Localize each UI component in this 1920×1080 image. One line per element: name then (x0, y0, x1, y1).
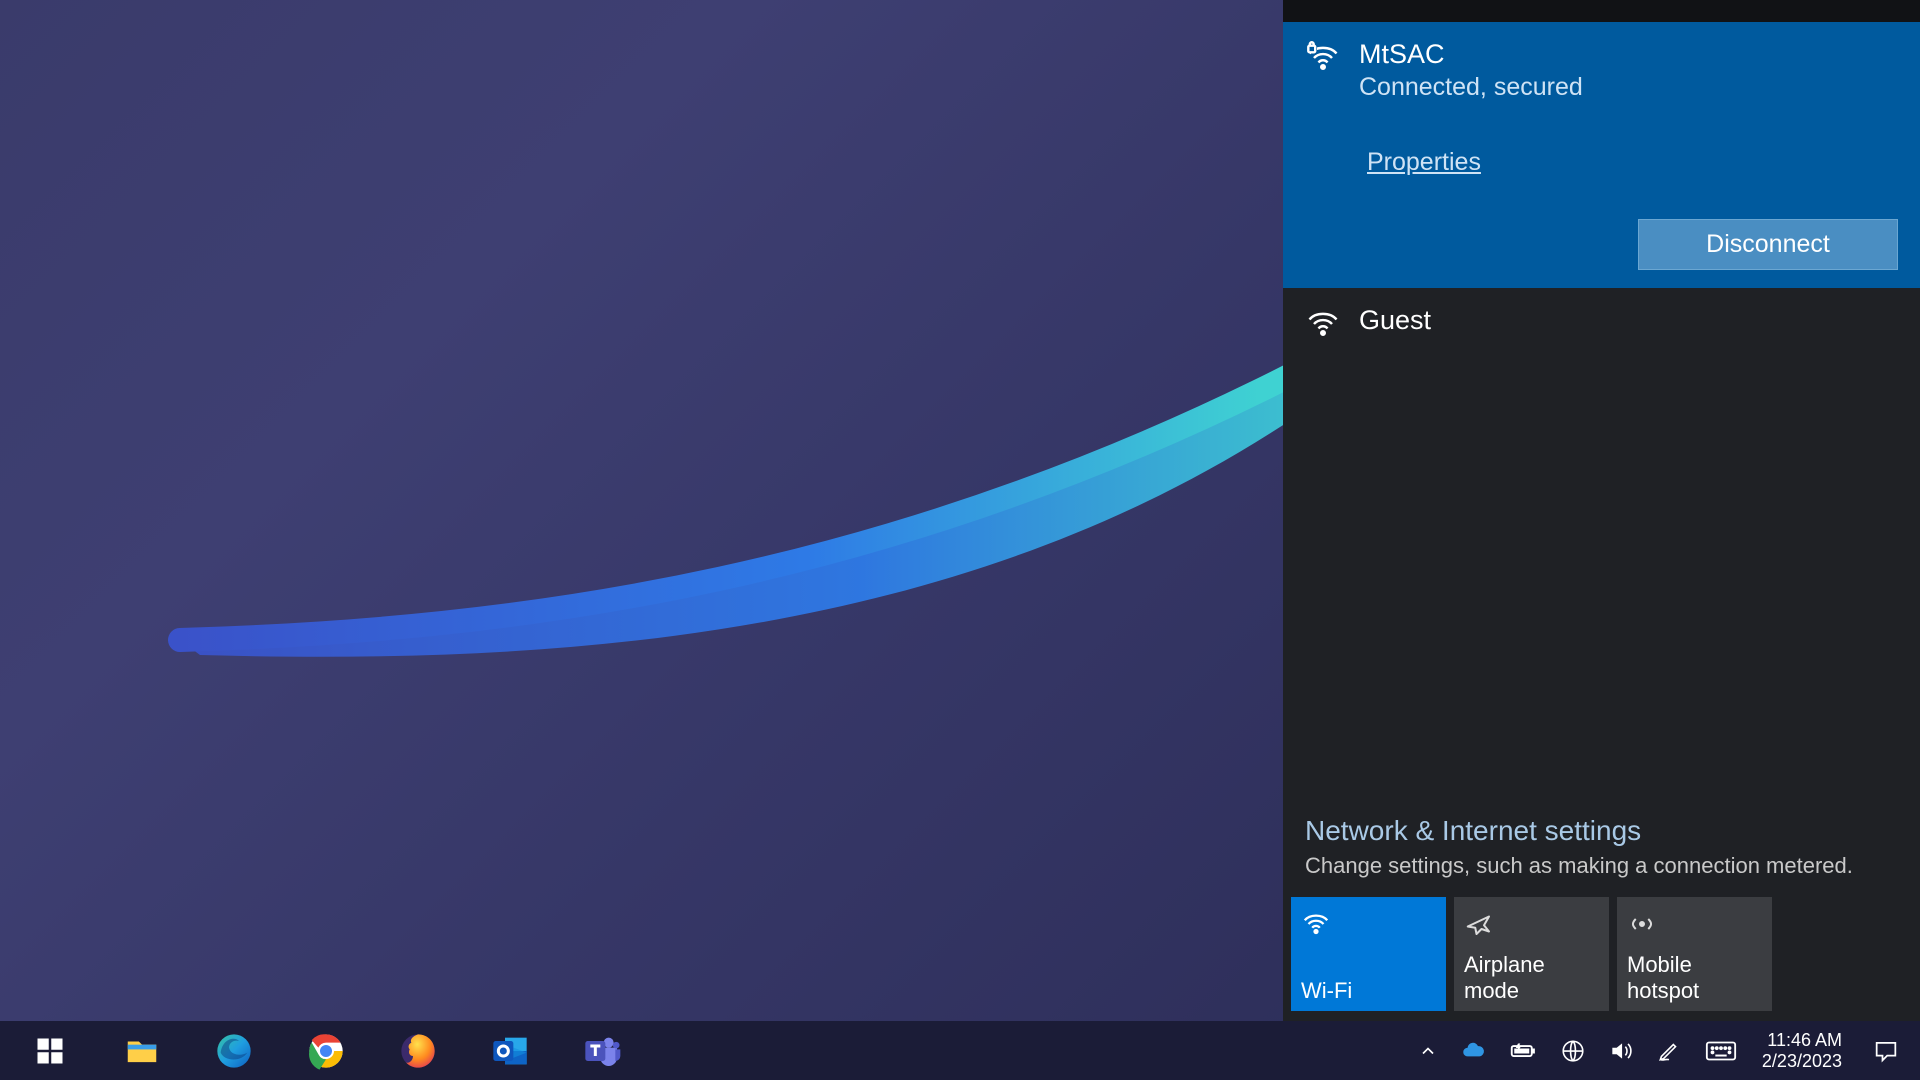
wifi-secured-icon (1305, 40, 1341, 76)
properties-link[interactable]: Properties (1367, 148, 1481, 177)
network-settings-block: Network & Internet settings Change setti… (1283, 803, 1920, 897)
tray-overflow-icon[interactable] (1418, 1041, 1438, 1061)
file-explorer-icon[interactable] (116, 1025, 168, 1077)
connected-network-name: MtSAC (1359, 40, 1583, 70)
flyout-spacer (1283, 354, 1920, 803)
taskbar: 11:46 AM 2/23/2023 (0, 1021, 1920, 1080)
hotspot-icon (1627, 907, 1762, 941)
network-list: MtSAC Connected, secured Properties Disc… (1283, 22, 1920, 354)
edge-browser-icon[interactable] (208, 1025, 260, 1077)
teams-icon[interactable] (576, 1025, 628, 1077)
available-network-name: Guest (1359, 306, 1431, 336)
connected-network-status: Connected, secured (1359, 72, 1583, 102)
network-settings-subtitle: Change settings, such as making a connec… (1305, 853, 1898, 879)
network-item-available[interactable]: Guest (1283, 288, 1920, 354)
clock-date: 2/23/2023 (1762, 1051, 1842, 1072)
network-settings-link[interactable]: Network & Internet settings (1305, 815, 1898, 847)
airplane-icon (1464, 907, 1599, 941)
network-flyout: MtSAC Connected, secured Properties Disc… (1283, 0, 1920, 1021)
flyout-top-border (1283, 0, 1920, 22)
quick-action-label: Airplane mode (1464, 952, 1599, 1003)
disconnect-button[interactable]: Disconnect (1638, 219, 1898, 270)
quick-action-label: Mobile hotspot (1627, 952, 1762, 1003)
firefox-browser-icon[interactable] (392, 1025, 444, 1077)
quick-action-wifi[interactable]: Wi-Fi (1291, 897, 1446, 1011)
network-tray-icon[interactable] (1560, 1038, 1586, 1064)
chrome-browser-icon[interactable] (300, 1025, 352, 1077)
system-tray (1418, 1034, 1738, 1068)
network-item-connected[interactable]: MtSAC Connected, secured Properties Disc… (1283, 22, 1920, 288)
outlook-icon[interactable] (484, 1025, 536, 1077)
pen-input-icon[interactable] (1656, 1038, 1682, 1064)
clock-time: 11:46 AM (1767, 1030, 1842, 1051)
touch-keyboard-icon[interactable] (1704, 1034, 1738, 1068)
start-button[interactable] (24, 1025, 76, 1077)
wifi-icon (1301, 907, 1436, 941)
quick-actions-row: Wi-Fi Airplane mode Mobile hotspot (1283, 897, 1920, 1021)
action-center-icon[interactable] (1866, 1031, 1906, 1071)
taskbar-clock[interactable]: 11:46 AM 2/23/2023 (1756, 1030, 1848, 1071)
quick-action-hotspot[interactable]: Mobile hotspot (1617, 897, 1772, 1011)
quick-action-airplane[interactable]: Airplane mode (1454, 897, 1609, 1011)
wifi-icon (1305, 306, 1341, 342)
battery-icon[interactable] (1508, 1036, 1538, 1066)
quick-action-label: Wi-Fi (1301, 978, 1436, 1003)
volume-icon[interactable] (1608, 1038, 1634, 1064)
onedrive-icon[interactable] (1460, 1038, 1486, 1064)
taskbar-right: 11:46 AM 2/23/2023 (1418, 1030, 1914, 1071)
taskbar-left (6, 1025, 628, 1077)
